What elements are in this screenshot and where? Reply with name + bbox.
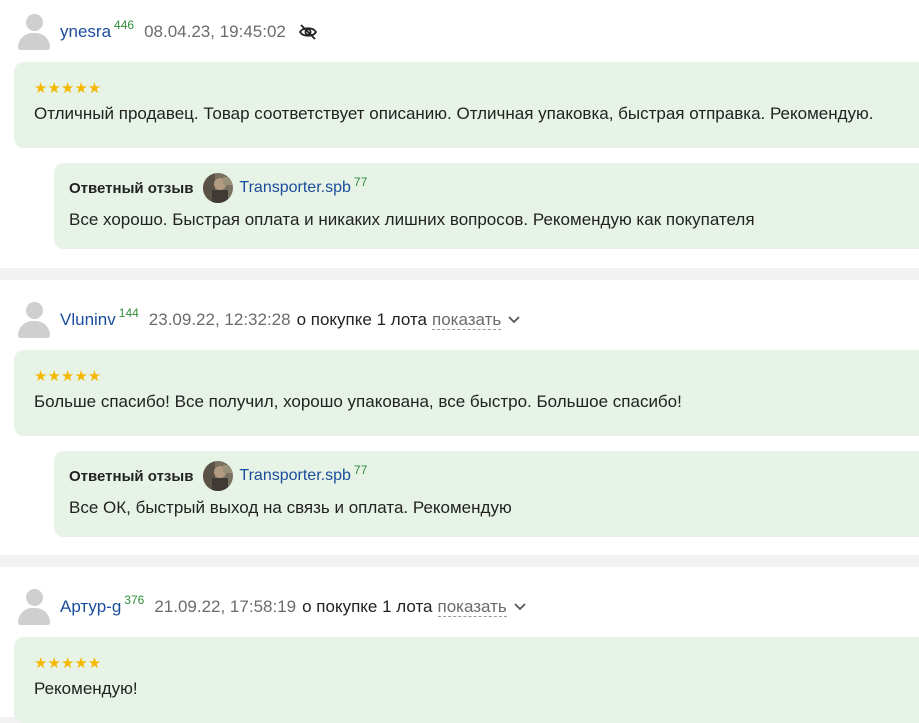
user-rating-count: 446 — [114, 18, 135, 32]
seller-rating-count: 77 — [353, 175, 368, 189]
review-date: 08.04.23, 19:45:02 — [144, 22, 286, 41]
rating-stars: ★★★★★ — [34, 655, 102, 672]
review-card: ynesra 446 08.04.23, 19:45:02 ★★★★★ Отли… — [0, 0, 919, 268]
review-header: ynesra 446 08.04.23, 19:45:02 — [18, 12, 318, 52]
eye-off-icon[interactable] — [298, 22, 318, 42]
purchase-info: о покупке 1 лота — [302, 597, 433, 616]
username-link[interactable]: ynesra — [60, 22, 111, 42]
reply-title: Ответный отзыв — [69, 179, 194, 197]
username-link[interactable]: Артур-g — [60, 597, 121, 617]
review-header: Артур-g 376 21.09.22, 17:58:19 о покупке… — [18, 587, 527, 627]
seller-avatar[interactable] — [203, 461, 234, 491]
review-text: Больше спасибо! Все получил, хорошо упак… — [34, 392, 682, 411]
seller-name-link[interactable]: Transporter.spb — [239, 179, 350, 197]
show-lots-link[interactable]: показать — [432, 310, 502, 330]
review-bubble: ★★★★★ Рекомендую! — [14, 637, 919, 723]
reply-header: Ответный отзыв Transporter.spb 77 — [69, 461, 367, 491]
review-header: Vluninv 144 23.09.22, 12:32:28 о покупке… — [18, 300, 521, 340]
reply-bubble: Ответный отзыв Transporter.spb 77 Все хо… — [54, 163, 919, 249]
rating-stars: ★★★★★ — [34, 368, 102, 385]
seller-avatar[interactable] — [203, 173, 234, 203]
reply-header: Ответный отзыв Transporter.spb 77 — [69, 173, 367, 203]
user-avatar-icon[interactable] — [18, 302, 50, 338]
user-rating-count: 376 — [124, 593, 145, 607]
show-lots-link[interactable]: показать — [437, 597, 507, 617]
reply-bubble: Ответный отзыв Transporter.spb 77 Все ОК… — [54, 451, 919, 537]
review-card: Vluninv 144 23.09.22, 12:32:28 о покупке… — [0, 280, 919, 555]
review-bubble: ★★★★★ Отличный продавец. Товар соответст… — [14, 62, 919, 148]
user-avatar-icon[interactable] — [18, 589, 50, 625]
review-card: Артур-g 376 21.09.22, 17:58:19 о покупке… — [0, 567, 919, 723]
review-text: Отличный продавец. Товар соответствует о… — [34, 104, 874, 123]
review-text: Рекомендую! — [34, 679, 138, 698]
review-bubble: ★★★★★ Больше спасибо! Все получил, хорош… — [14, 350, 919, 436]
seller-rating-count: 77 — [353, 463, 368, 477]
review-date: 21.09.22, 17:58:19 — [154, 597, 297, 616]
review-date: 23.09.22, 12:32:28 — [148, 310, 291, 329]
chevron-down-icon[interactable] — [513, 600, 527, 614]
user-avatar-icon[interactable] — [18, 14, 50, 50]
chevron-down-icon[interactable] — [507, 313, 521, 327]
reply-title: Ответный отзыв — [69, 467, 194, 485]
reply-text: Все ОК, быстрый выход на связь и оплата.… — [69, 498, 512, 517]
reply-text: Все хорошо. Быстрая оплата и никаких лиш… — [69, 210, 755, 229]
rating-stars: ★★★★★ — [34, 80, 102, 97]
purchase-info: о покупке 1 лота — [296, 310, 427, 329]
seller-name-link[interactable]: Transporter.spb — [239, 467, 350, 485]
user-rating-count: 144 — [118, 306, 139, 320]
username-link[interactable]: Vluninv — [60, 310, 116, 330]
